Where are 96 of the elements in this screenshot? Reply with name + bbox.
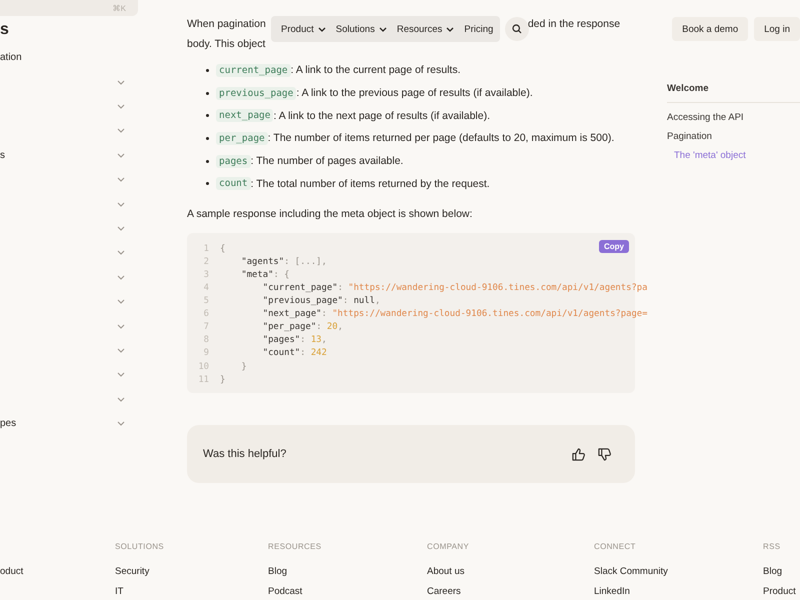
chevron-down-icon[interactable] xyxy=(117,348,125,353)
footer-heading: RESOURCES xyxy=(268,542,322,553)
thumbs-up-icon[interactable] xyxy=(572,448,585,461)
search-icon xyxy=(512,24,522,34)
code-line: "meta": { xyxy=(240,270,290,280)
code-line: "agents": [...], xyxy=(240,256,327,267)
inline-code: per_page xyxy=(216,132,268,145)
code-line: "pages": 13, xyxy=(262,335,327,346)
field-description: : A link to the previous page of results (if available). xyxy=(296,87,533,100)
paragraph-text: ded in the response xyxy=(528,17,620,32)
chevron-down-icon[interactable] xyxy=(117,250,125,256)
sidebar-item[interactable]: ation xyxy=(0,51,138,65)
nav-menu-item[interactable]: Pricing xyxy=(460,22,498,36)
code-line: "count": 242 xyxy=(262,348,327,358)
nav-menu-item[interactable]: Resources xyxy=(392,22,458,36)
line-number: 11 xyxy=(197,374,209,385)
bullet-icon xyxy=(206,68,209,72)
inline-code: count xyxy=(216,177,251,190)
chevron-down-icon[interactable] xyxy=(117,80,125,85)
footer-link[interactable]: Security xyxy=(115,566,268,586)
inline-code: pages xyxy=(216,154,251,168)
bullet-icon xyxy=(206,160,209,163)
line-number: 7 xyxy=(202,322,209,332)
bullet-icon xyxy=(206,182,209,186)
chevron-down-icon[interactable] xyxy=(117,226,125,232)
paragraph-text: body. This object xyxy=(187,37,266,52)
footer-link[interactable]: Podcast xyxy=(268,586,427,600)
chevron-down-icon[interactable] xyxy=(117,177,125,182)
paragraph-text: When pagination xyxy=(187,17,266,32)
chevron-down-icon[interactable] xyxy=(117,421,125,426)
paragraph-text: A sample response including the meta object is shown below: xyxy=(187,207,474,222)
line-number: 10 xyxy=(197,362,209,372)
feedback-question: Was this helpful? xyxy=(203,448,286,460)
chevron-down-icon[interactable] xyxy=(117,128,125,134)
footer-link[interactable]: Blog xyxy=(268,566,427,586)
field-description: : A link to the current page of results. xyxy=(290,64,460,76)
nav-menu-item[interactable]: Solutions xyxy=(332,22,391,36)
header-button[interactable]: Book a demo xyxy=(672,17,748,41)
footer-link[interactable]: About us xyxy=(427,566,594,586)
field-description: : A link to the next page of results (if available). xyxy=(273,110,490,122)
field-description: : The number of items returned per page (defaults to 20, maximum is 500). xyxy=(268,132,614,144)
chevron-down-icon[interactable] xyxy=(117,299,125,304)
code-line: } xyxy=(220,374,226,385)
toc-link[interactable]: The 'meta' object xyxy=(667,150,800,162)
search-button[interactable] xyxy=(505,17,529,41)
sidebar-heading: s xyxy=(0,22,10,38)
shortcut-hint: ⌘K xyxy=(112,4,126,12)
code-line: } xyxy=(240,362,247,372)
line-number: 5 xyxy=(202,296,209,306)
line-number: 4 xyxy=(202,282,209,293)
toc-link[interactable]: Pagination xyxy=(667,131,800,143)
inline-code: previous_page xyxy=(216,86,296,100)
line-number: 3 xyxy=(202,270,209,280)
line-number: 2 xyxy=(202,256,209,267)
footer-heading: COMPANY xyxy=(427,542,470,553)
bullet-icon xyxy=(206,114,209,118)
footer-link[interactable]: Blog xyxy=(763,566,800,586)
code-line: "next_page": "https://wandering-cloud-9106.tines.com/api/v1/agents?page= xyxy=(262,309,648,320)
footer-link[interactable]: Careers xyxy=(427,586,594,600)
bullet-icon xyxy=(206,92,209,95)
code-line: { xyxy=(220,244,226,254)
bullet-icon xyxy=(206,136,209,140)
toc-link[interactable]: Welcome xyxy=(667,83,800,95)
line-number: 9 xyxy=(202,348,209,358)
footer-heading: RSS xyxy=(763,542,782,553)
footer-heading: CONNECT xyxy=(594,542,637,553)
line-number: 1 xyxy=(202,244,209,254)
sidebar-item[interactable]: s xyxy=(0,150,5,161)
footer-link[interactable]: oduct xyxy=(0,566,115,586)
inline-code: next_page xyxy=(216,109,274,122)
chevron-down-icon[interactable] xyxy=(117,372,125,378)
code-line: "previous_page": null, xyxy=(262,296,380,306)
field-description: : The number of pages available. xyxy=(250,155,404,168)
footer-heading: SOLUTIONS xyxy=(115,542,165,553)
footer-link[interactable]: LinkedIn xyxy=(594,586,763,600)
field-description: : The total number of items returned by the request. xyxy=(250,178,490,190)
code-line: "current_page": "https://wandering-cloud-9106.tines.com/api/v1/agents?pa xyxy=(262,282,648,293)
footer-link[interactable]: IT xyxy=(115,586,268,600)
sidebar-item[interactable]: pes xyxy=(0,418,16,430)
chevron-down-icon[interactable] xyxy=(117,202,125,207)
inline-code: current_page xyxy=(216,64,291,77)
line-number: 8 xyxy=(202,335,209,346)
thumbs-down-icon[interactable] xyxy=(598,448,611,461)
nav-menu-item[interactable]: Product xyxy=(277,22,330,36)
chevron-down-icon[interactable] xyxy=(117,324,125,329)
footer-link[interactable]: Product xyxy=(763,586,800,600)
footer-link[interactable]: Slack Community xyxy=(594,566,763,586)
chevron-down-icon[interactable] xyxy=(117,104,125,110)
chevron-down-icon[interactable] xyxy=(117,152,125,158)
chevron-down-icon[interactable] xyxy=(117,396,125,402)
line-number: 6 xyxy=(202,309,209,320)
header-button[interactable]: Log in xyxy=(754,17,800,41)
copy-button[interactable]: Copy xyxy=(599,240,629,254)
code-line: "per_page": 20, xyxy=(262,322,343,332)
toc-link[interactable]: Accessing the API xyxy=(667,112,800,124)
chevron-down-icon[interactable] xyxy=(117,274,125,280)
